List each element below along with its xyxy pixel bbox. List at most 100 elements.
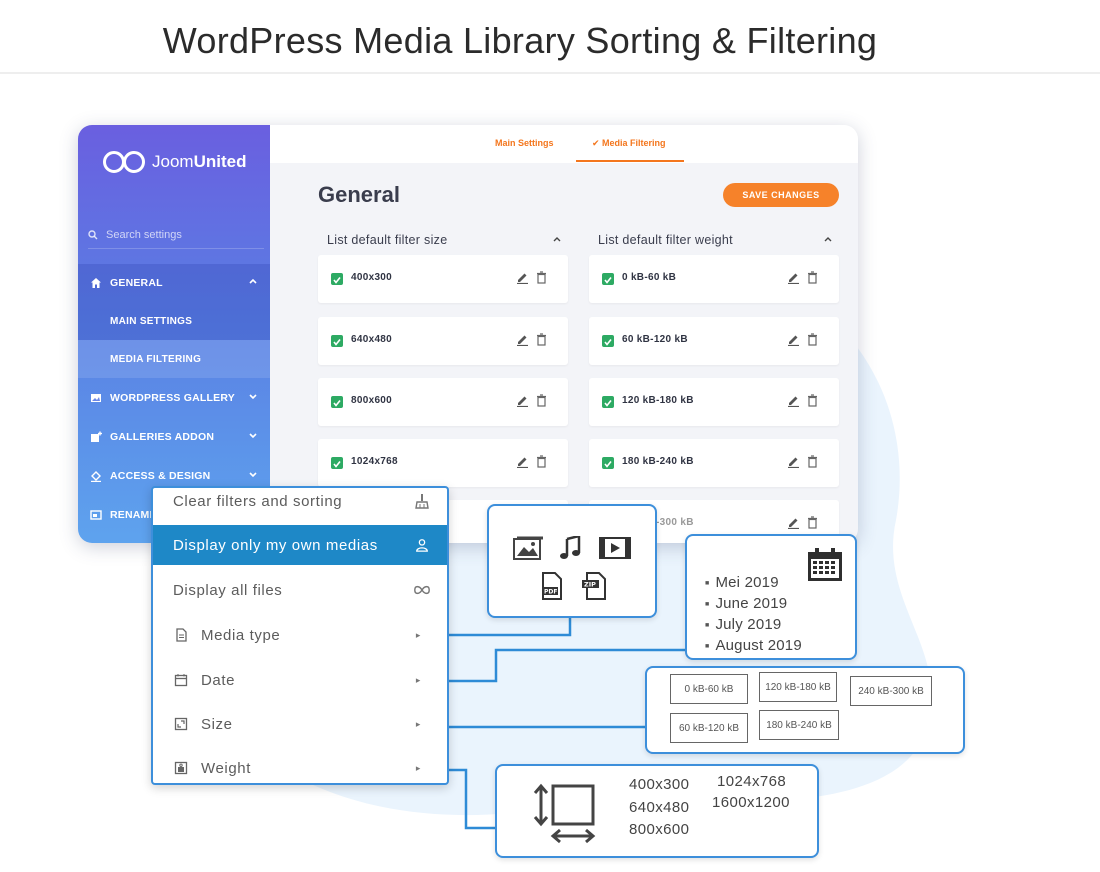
menu-item-size[interactable]: Size ▸ (153, 704, 447, 744)
menu-item-label: Weight (201, 759, 252, 777)
weight-icon (174, 761, 188, 775)
joomunited-logo: Joom United (102, 149, 246, 175)
tab-media-filtering[interactable]: ✔ Media Filtering (592, 138, 666, 149)
size-option[interactable]: 640x480 (629, 799, 689, 816)
weight-option[interactable]: 120 kB-180 kB (759, 672, 837, 702)
weight-column-header: List default filter weight (598, 233, 733, 247)
resize-icon (174, 717, 188, 731)
calendar-icon (174, 674, 188, 687)
title-divider (0, 72, 1100, 74)
checkbox[interactable] (331, 273, 343, 285)
menu-item-media-type[interactable]: Media type ▸ (153, 615, 447, 655)
sidebar-item-wordpress-gallery[interactable]: WORDPRESS GALLERY (78, 379, 270, 417)
menu-item-label: Media type (201, 626, 281, 644)
tab-main-settings[interactable]: Main Settings (495, 138, 554, 148)
chevron-up-icon[interactable] (552, 234, 562, 244)
settings-tabs: Main Settings ✔ Media Filtering (270, 125, 858, 163)
size-filter-label: 800x600 (351, 395, 393, 406)
sidebar-item-label: GENERAL (110, 277, 163, 289)
section-title: General (318, 182, 400, 207)
date-option[interactable]: Mei 2019 (705, 574, 802, 595)
checkbox[interactable] (602, 335, 614, 347)
sidebar-item-general[interactable]: GENERAL (78, 264, 270, 302)
sidebar-item-galleries-addon[interactable]: GALLERIES ADDON (78, 418, 270, 456)
chevron-up-icon (249, 278, 257, 284)
chevron-up-icon[interactable] (823, 234, 833, 244)
logo-mark-icon (102, 149, 150, 175)
date-option[interactable]: June 2019 (705, 595, 802, 616)
edit-icon[interactable] (516, 333, 529, 346)
sidebar-item-label: RENAME (110, 509, 157, 521)
date-list: Mei 2019 June 2019 July 2019 August 2019 (705, 574, 802, 658)
size-option[interactable]: 800x600 (629, 821, 689, 838)
edit-icon[interactable] (787, 394, 800, 407)
dimensions-icon (533, 783, 596, 844)
checkbox[interactable] (602, 457, 614, 469)
sidebar-sub-media-filtering[interactable]: MEDIA FILTERING (78, 340, 270, 378)
date-option[interactable]: August 2019 (705, 637, 802, 658)
infinity-icon (413, 581, 431, 599)
checkbox[interactable] (602, 396, 614, 408)
weight-filter-item: 60 kB-120 kB (589, 317, 839, 365)
edit-icon[interactable] (516, 394, 529, 407)
menu-item-label: Date (201, 671, 236, 689)
music-note-icon (560, 536, 581, 559)
menu-item-clear-filters[interactable]: Clear filters and sorting (153, 488, 447, 518)
size-option[interactable]: 1600x1200 (712, 794, 790, 811)
edit-icon[interactable] (787, 271, 800, 284)
trash-icon[interactable] (807, 333, 818, 346)
weight-option[interactable]: 60 kB-120 kB (670, 713, 748, 743)
settings-search[interactable]: Search settings (88, 221, 264, 249)
weight-option[interactable]: 180 kB-240 kB (759, 710, 839, 740)
logo-text-united: United (193, 152, 247, 171)
checkbox[interactable] (331, 396, 343, 408)
menu-item-date[interactable]: Date ▸ (153, 660, 447, 700)
size-option[interactable]: 1024x768 (717, 773, 786, 790)
trash-icon[interactable] (807, 271, 818, 284)
filter-menu: Clear filters and sorting Display only m… (151, 486, 449, 785)
sidebar-item-label: WORDPRESS GALLERY (110, 392, 235, 404)
menu-item-all-files[interactable]: Display all files (153, 570, 447, 610)
video-icon (599, 537, 631, 559)
edit-icon[interactable] (516, 455, 529, 468)
sidebar-sub-main-settings[interactable]: MAIN SETTINGS (78, 302, 270, 340)
trash-icon[interactable] (807, 394, 818, 407)
checkbox[interactable] (331, 335, 343, 347)
chevron-down-icon (249, 433, 257, 439)
zip-icon: ZIP (582, 572, 606, 600)
edit-icon[interactable] (787, 516, 800, 529)
sidebar: Joom United Search settings GENERAL MAIN … (78, 125, 270, 543)
checkbox[interactable] (602, 273, 614, 285)
trash-icon[interactable] (807, 455, 818, 468)
menu-item-weight[interactable]: Weight ▸ (153, 748, 447, 788)
trash-icon[interactable] (536, 271, 547, 284)
size-filter-item: 1024x768 (318, 439, 568, 487)
edit-icon[interactable] (787, 455, 800, 468)
svg-text:PDF: PDF (544, 589, 557, 596)
checkbox[interactable] (331, 457, 343, 469)
menu-item-label: Clear filters and sorting (173, 493, 343, 510)
trash-icon[interactable] (536, 394, 547, 407)
trash-icon[interactable] (536, 455, 547, 468)
submenu-arrow-icon: ▸ (415, 674, 421, 685)
weight-callout: 0 kB-60 kB 120 kB-180 kB 240 kB-300 kB 6… (645, 666, 965, 754)
gallery-add-icon (90, 431, 103, 444)
broom-icon (413, 492, 431, 510)
date-option[interactable]: July 2019 (705, 616, 802, 637)
size-filter-item: 640x480 (318, 317, 568, 365)
trash-icon[interactable] (807, 516, 818, 529)
weight-option[interactable]: 0 kB-60 kB (670, 674, 748, 704)
weight-option[interactable]: 240 kB-300 kB (850, 676, 932, 706)
size-filter-label: 640x480 (351, 334, 393, 345)
trash-icon[interactable] (536, 333, 547, 346)
app-window: Joom United Search settings GENERAL MAIN … (78, 125, 858, 543)
weight-filter-label: 120 kB-180 kB (622, 395, 694, 406)
size-filter-item: 400x300 (318, 255, 568, 303)
edit-icon[interactable] (516, 271, 529, 284)
menu-item-own-medias[interactable]: Display only my own medias (153, 525, 447, 565)
size-option[interactable]: 400x300 (629, 776, 689, 793)
weight-filter-item: 0 kB-60 kB (589, 255, 839, 303)
save-changes-button[interactable]: SAVE CHANGES (723, 183, 839, 207)
sidebar-item-label: ACCESS & DESIGN (110, 470, 211, 482)
edit-icon[interactable] (787, 333, 800, 346)
